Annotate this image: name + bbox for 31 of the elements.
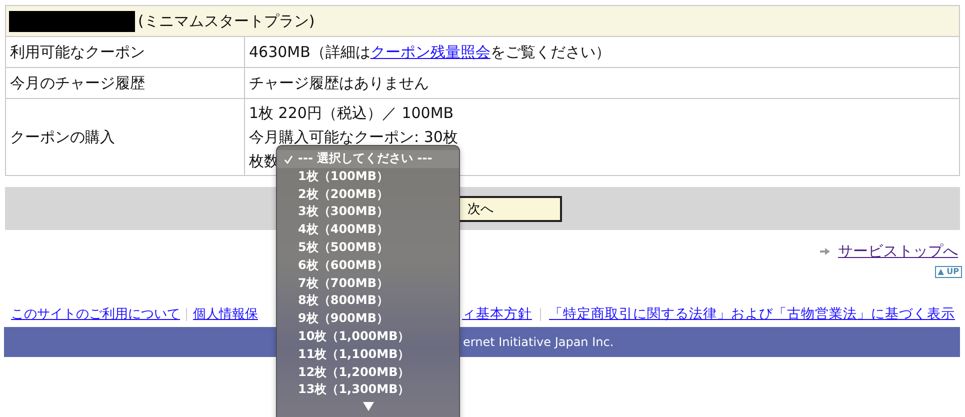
plan-title: (ミニマムスタートプラン): [138, 12, 315, 30]
coupon-balance-link[interactable]: クーポン残量照会: [370, 42, 490, 60]
coupon-balance-text: 4630MB（詳細はクーポン残量照会をご覧ください）: [249, 42, 610, 60]
dropdown-option[interactable]: 4枚（400MB）: [277, 221, 459, 239]
arrow-icon: [820, 246, 830, 256]
scroll-down-icon[interactable]: [363, 402, 374, 412]
dropdown-option[interactable]: 1枚（100MB）: [277, 168, 459, 186]
dropdown-option[interactable]: 8枚（800MB）: [277, 292, 459, 310]
dropdown-option[interactable]: 6枚（600MB）: [277, 256, 459, 275]
row-label: 利用可能なクーポン: [10, 42, 145, 60]
dropdown-option[interactable]: 12枚（1,200MB）: [277, 364, 459, 382]
check-icon: [284, 155, 293, 164]
dropdown-option[interactable]: --- 選択してください ---: [277, 150, 459, 168]
footer-link[interactable]: 個人情報保: [193, 305, 258, 323]
dropdown-option[interactable]: 7枚（700MB）: [277, 274, 459, 292]
dropdown-option[interactable]: 10枚（1,000MB）: [277, 328, 459, 346]
dropdown-option[interactable]: 9枚（900MB）: [277, 310, 459, 328]
purchase-info-text: 1枚 220円（税込）／ 100MB: [249, 104, 454, 122]
dropdown-option[interactable]: 11枚（1,100MB）: [277, 346, 459, 364]
page-top-button[interactable]: ▲ UP: [934, 266, 962, 278]
row-label: 今月のチャージ履歴: [10, 74, 145, 92]
row-label: クーポンの購入: [10, 128, 115, 146]
dropdown-option[interactable]: 5枚（500MB）: [277, 238, 459, 257]
footer-link[interactable]: 「特定商取引に関する法律」および「古物営業法」に基づく表示: [549, 305, 955, 323]
copyright-text: ernet Initiative Japan Inc.: [463, 335, 614, 349]
footer-link[interactable]: このサイトのご利用について: [11, 305, 180, 323]
charge-history-text: チャージ履歴はありません: [249, 74, 429, 92]
footer-link[interactable]: ィ基本方針: [462, 305, 532, 323]
service-top-link[interactable]: サービストップへ: [838, 242, 958, 260]
purchase-info-text: 今月購入可能なクーポン: 30枚: [249, 128, 458, 146]
dropdown-option[interactable]: 13枚（1,300MB）: [277, 381, 459, 400]
